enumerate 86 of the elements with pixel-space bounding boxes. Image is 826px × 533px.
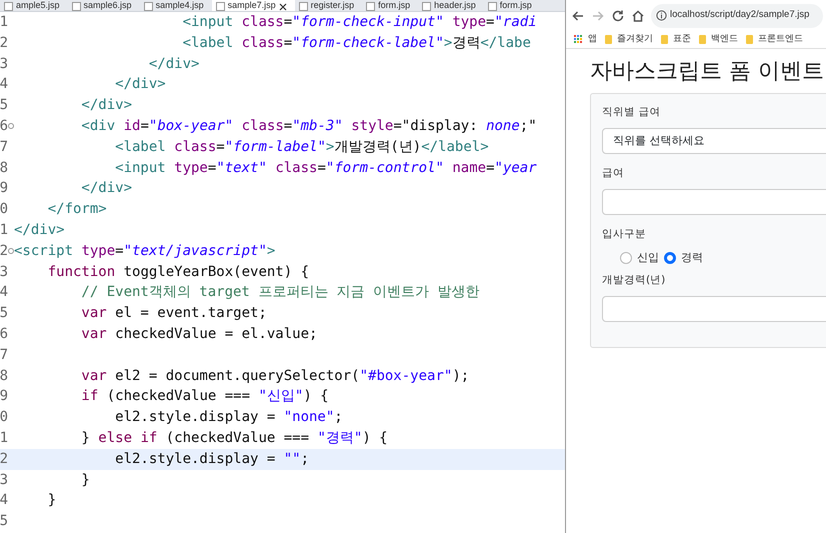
radio-label: 신입 [637, 250, 659, 266]
folder-icon [746, 35, 753, 44]
editor-tab[interactable]: ample5.jsp [0, 0, 68, 11]
code-line: </div> [114, 75, 166, 94]
code-line: </div> [80, 96, 132, 116]
line-number: 1 [0, 220, 8, 240]
folder-icon [605, 35, 612, 44]
code-line: if (checkedValue === "신입") { [80, 387, 329, 406]
code-line: <div id="box-year" class="mb-3" style="display: none;" [80, 116, 537, 136]
editor-tab[interactable]: form.jsp [484, 0, 540, 11]
code-line: } else if (checkedValue === "경력") { [80, 428, 388, 448]
select-field[interactable]: 직위를 선택하세요 [602, 128, 826, 154]
code-line: <label class="form-label">개발경력(년)</label> [114, 138, 489, 157]
line-number: 4 [0, 491, 8, 510]
line-number: 4 [0, 283, 8, 302]
line-number: 7 [0, 346, 8, 365]
line-number: 9 [0, 387, 8, 406]
radio-label: 경력 [681, 250, 703, 266]
editor-tab[interactable]: header.jsp [418, 0, 484, 11]
reload-button[interactable] [611, 8, 625, 22]
folder-icon [661, 35, 668, 44]
editor-tab[interactable]: register.jsp [294, 0, 362, 11]
close-icon[interactable] [278, 2, 287, 10]
fold-icon[interactable] [8, 123, 14, 130]
code-line: var el = event.target; [80, 304, 267, 324]
line-number: 6 [0, 324, 8, 344]
line-number: 9 [0, 179, 8, 198]
bookmark[interactable]: 백엔드 [699, 32, 738, 46]
line-number: 3 [0, 262, 8, 282]
bookmark[interactable]: 즐겨찾기 [605, 32, 653, 46]
address-bar[interactable]: localhost/script/day2/sample7.jsp [651, 4, 823, 28]
fold-icon[interactable] [8, 248, 14, 254]
input-field[interactable] [602, 296, 826, 322]
apps-icon [574, 35, 583, 44]
page-heading: 자바스크립트 폼 이벤트 [590, 59, 825, 86]
bookmark[interactable]: 프론트엔드 [746, 32, 803, 46]
line-number: 1 [0, 13, 8, 32]
line-number: 5 [0, 96, 8, 116]
code-line: </div> [14, 220, 65, 240]
code-line: // Event객체의 target 프로퍼티는 지금 이벤트가 발생한 [80, 283, 480, 302]
folder-icon [699, 35, 706, 44]
line-number: 5 [0, 512, 8, 532]
bookmark[interactable]: 앱 [574, 32, 597, 46]
field-label: 개발경력(년) [602, 273, 666, 288]
radio-button[interactable] [620, 252, 632, 264]
radio-button[interactable] [664, 252, 676, 264]
field-label: 급여 [602, 166, 624, 182]
line-number: 1 [0, 428, 8, 448]
code-line: </form> [46, 200, 107, 220]
editor-tab[interactable]: form.jsp [362, 0, 418, 11]
code-line: <input class="form-check-input" type="radi [182, 13, 537, 32]
code-line: } [80, 470, 90, 490]
back-button[interactable] [571, 8, 585, 22]
editor-tab[interactable]: sample7.jsp [212, 0, 295, 11]
home-button[interactable] [631, 8, 645, 22]
code-line: el2.style.display = ""; [114, 450, 310, 469]
code-line: el2.style.display = "none"; [114, 408, 343, 428]
line-number: 3 [0, 470, 8, 490]
line-number: 6 [0, 116, 8, 136]
code-line: <input type="text" class="form-control" name="year [114, 158, 537, 178]
editor-tab[interactable]: sample6.jsp [68, 0, 140, 11]
code-line: function toggleYearBox(event) { [46, 262, 310, 282]
line-number: 3 [0, 54, 8, 74]
line-number: 2 [0, 450, 8, 469]
line-number: 0 [0, 408, 8, 428]
bookmark[interactable]: 표준 [661, 32, 691, 46]
line-number: 8 [0, 366, 8, 386]
line-number: 8 [0, 158, 8, 178]
line-number: 7 [0, 138, 8, 157]
line-number: 4 [0, 75, 8, 94]
code-line: var el2 = document.querySelector("#box-year"); [80, 366, 470, 386]
line-number: 2 [0, 34, 8, 53]
code-line: <script type="text/javascript"> [14, 242, 276, 261]
field-label: 직위별 급여 [602, 105, 660, 120]
code-line: </div> [80, 179, 132, 198]
editor-tab[interactable]: sample4.jsp [140, 0, 212, 11]
code-line: </div> [148, 54, 200, 74]
info-icon [656, 10, 667, 21]
code-line: } [46, 491, 56, 510]
line-number: 2 [0, 242, 8, 261]
input-field[interactable] [602, 188, 826, 215]
field-label: 입사구분 [602, 226, 646, 242]
code-line: var checkedValue = el.value; [80, 324, 318, 344]
line-number: 0 [0, 200, 8, 220]
line-number: 5 [0, 304, 8, 324]
code-line: <label class="form-check-label">경력</labe [182, 34, 531, 53]
